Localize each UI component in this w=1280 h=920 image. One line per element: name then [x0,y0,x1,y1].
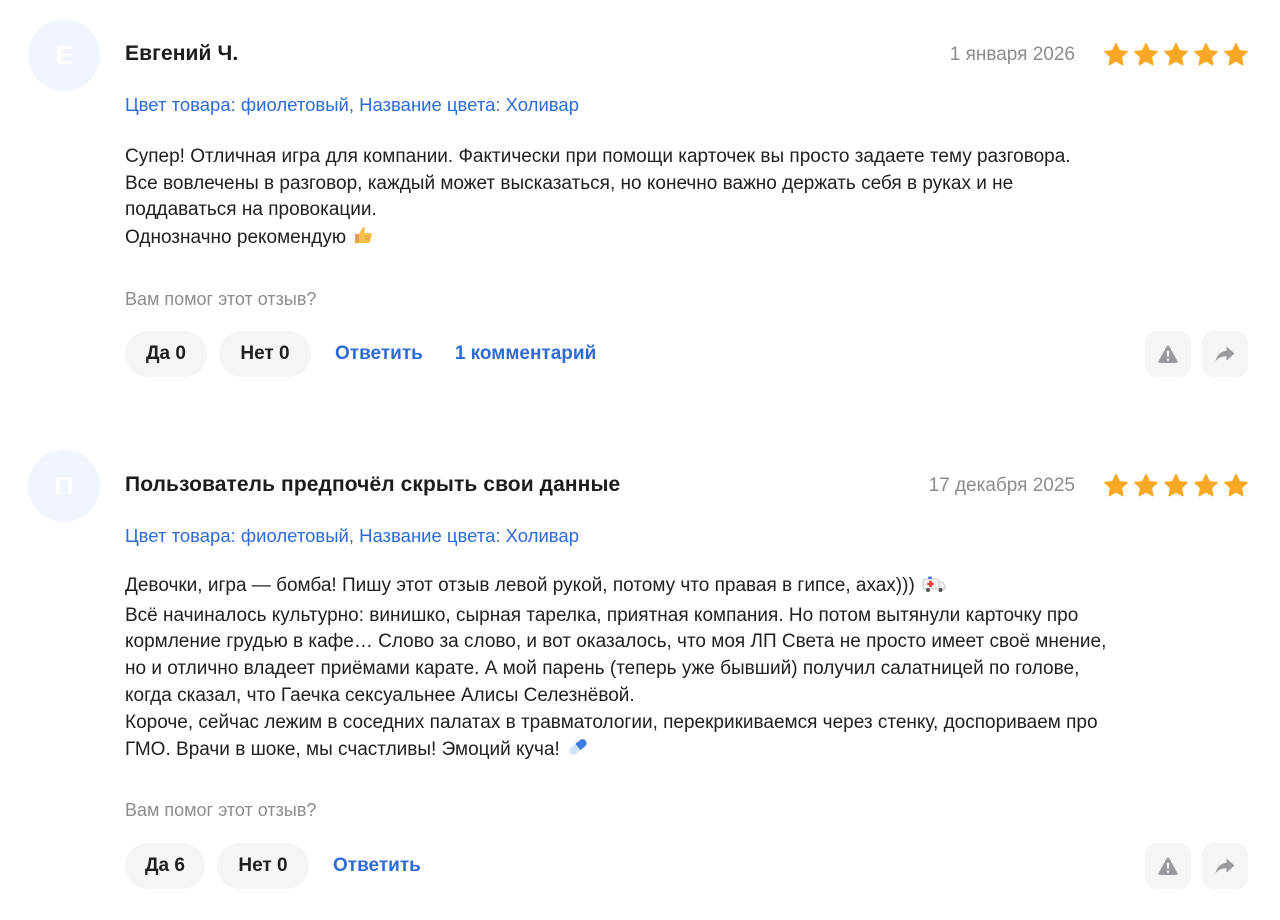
warning-icon [1158,857,1178,875]
helpful-question: Вам помог этот отзыв? [125,289,317,309]
star-rating [1102,41,1250,69]
review-text-line: Девочки, игра — бомба! Пишу этот отзыв л… [125,575,915,596]
helpful-yes-button[interactable]: Да 6 [125,843,205,889]
star-icon [1192,472,1220,500]
pill-emoji [566,736,590,767]
avatar: П [28,450,100,522]
warning-icon [1158,345,1178,363]
review-text-line: но и отлично владеет приёмами карате. А … [125,658,1080,680]
thumbs-up-emoji [352,224,374,255]
helpful-question: Вам помог этот отзыв? [125,800,317,820]
review-actions: Да 6 Нет 0 Ответить [125,843,439,889]
star-icon [1102,41,1130,69]
review-text: Девочки, игра — бомба! Пишу этот отзыв л… [125,573,1255,767]
review-text-line: Супер! Отличная игра для компании. Факти… [125,146,1071,167]
product-variant[interactable]: Цвет товара: фиолетовый, Название цвета:… [125,525,579,547]
star-icon [1222,41,1250,69]
review-text-line: кормление грудью в кафе… Слово за слово,… [125,631,1107,653]
review-text-line-wrap: Однозначно рекомендую [125,224,1255,255]
report-button[interactable] [1145,843,1191,889]
helpful-no-button[interactable]: Нет 0 [217,843,309,889]
share-icon [1215,858,1235,874]
reply-button[interactable]: Ответить [335,343,423,365]
review-text-line: Все вовлечены в разговор, каждый может в… [125,172,1014,194]
review-text-line: когда сказал, что Гаечка сексуальнее Али… [125,684,635,706]
share-icon [1215,346,1235,362]
star-icon [1162,472,1190,500]
share-button[interactable] [1202,843,1248,889]
review-text-line: Однозначно рекомендую [125,227,347,249]
review-text-line: Всё начиналось культурно: винишко, сырна… [125,604,1079,626]
product-variant[interactable]: Цвет товара: фиолетовый, Название цвета:… [125,94,579,116]
review-text-line: поддаваться на провокации. [125,199,377,221]
star-icon [1162,41,1190,69]
review-date: 1 января 2026 [949,44,1075,65]
reply-button[interactable]: Ответить [333,855,421,877]
review-text-line: ГМО. Врачи в шоке, мы счастливы! Эмоций … [125,739,560,761]
star-icon [1192,41,1220,69]
review-date: 17 декабря 2025 [928,475,1075,496]
share-button[interactable] [1202,331,1248,377]
review-author: Евгений Ч. [125,42,239,65]
star-rating [1102,472,1250,500]
review-author: Пользователь предпочёл скрыть свои данны… [125,473,621,496]
ambulance-emoji [921,574,947,603]
review-actions: Да 0 Нет 0 Ответить 1 комментарий [125,331,614,377]
review-text-line-wrap: Девочки, игра — бомба! Пишу этот отзыв л… [125,573,1255,603]
comments-link[interactable]: 1 комментарий [455,343,596,365]
review-text: Супер! Отличная игра для компании. Факти… [125,144,1255,255]
report-button[interactable] [1145,331,1191,377]
star-icon [1132,472,1160,500]
avatar: Е [28,19,100,91]
review-text-line: Короче, сейчас лежим в соседних палатах … [125,711,1098,733]
helpful-no-button[interactable]: Нет 0 [219,331,311,377]
star-icon [1102,472,1130,500]
review-text-line-wrap: ГМО. Врачи в шоке, мы счастливы! Эмоций … [125,736,1255,767]
star-icon [1222,472,1250,500]
star-icon [1132,41,1160,69]
helpful-yes-button[interactable]: Да 0 [125,331,207,377]
